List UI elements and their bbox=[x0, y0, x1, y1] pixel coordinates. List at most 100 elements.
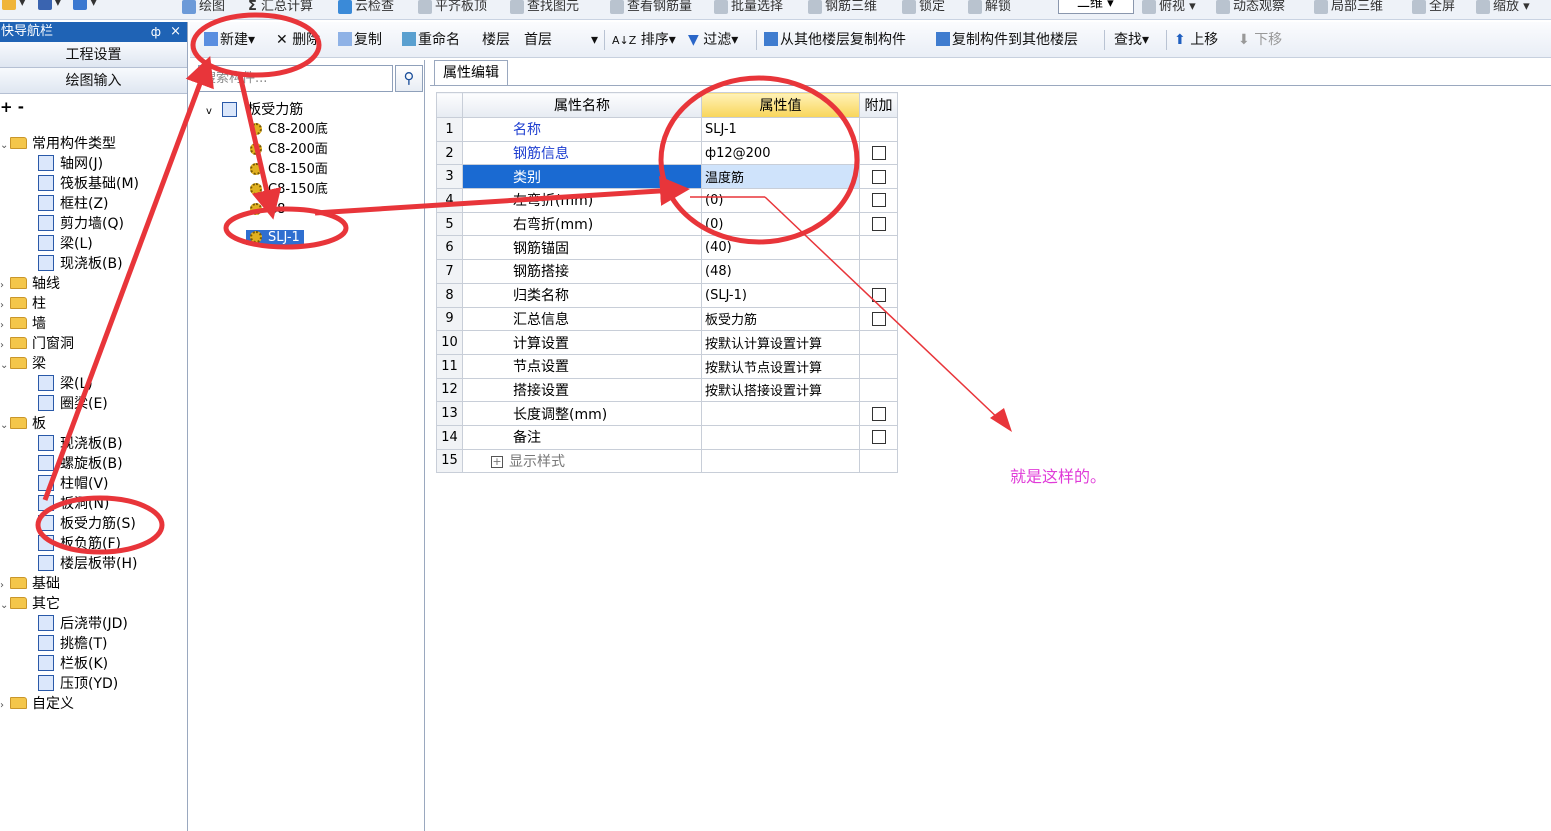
extra-checkbox[interactable] bbox=[871, 193, 886, 208]
property-value-cell[interactable]: SLJ-1 bbox=[701, 117, 860, 142]
tab-property-edit[interactable]: 属性编辑 bbox=[434, 60, 508, 86]
property-row[interactable]: 9 汇总信息 板受力筋 bbox=[436, 306, 898, 332]
nav-tree-node[interactable]: 板受力筋(S) bbox=[38, 514, 136, 534]
expand-collapse-all-icon[interactable]: + - bbox=[0, 94, 187, 116]
property-value-cell[interactable]: 按默认计算设置计算 bbox=[701, 330, 860, 355]
nav-tree-node[interactable]: 梁(L) bbox=[38, 374, 93, 394]
close-icon[interactable]: × bbox=[170, 22, 181, 42]
property-value-cell[interactable]: 按默认搭接设置计算 bbox=[701, 377, 860, 403]
extra-checkbox[interactable] bbox=[871, 217, 886, 232]
nav-tree-node[interactable]: › 自定义 bbox=[0, 694, 74, 714]
property-value-cell[interactable] bbox=[701, 401, 860, 426]
move-up-button[interactable]: ⬆ 上移 bbox=[1174, 31, 1218, 51]
search-icon[interactable]: ⚲ bbox=[395, 65, 423, 92]
nav-tree-node[interactable]: 栏板(K) bbox=[38, 654, 108, 674]
save-icon[interactable] bbox=[37, 0, 52, 10]
nav-tree-node[interactable]: ⌄ 常用构件类型 bbox=[0, 134, 116, 154]
component-item[interactable]: C8 bbox=[250, 200, 285, 220]
nav-tree-node[interactable]: ⌄ 梁 bbox=[0, 354, 46, 374]
property-row[interactable]: 2 钢筋信息 ф12@200 bbox=[436, 140, 898, 166]
chevron-right-icon[interactable]: › bbox=[0, 576, 10, 596]
property-value-cell[interactable]: (SLJ-1) bbox=[701, 282, 860, 308]
nav-tree-node[interactable]: 压顶(YD) bbox=[38, 674, 118, 694]
chevron-right-icon[interactable]: › bbox=[0, 296, 10, 316]
property-row[interactable]: 10 计算设置 按默认计算设置计算 bbox=[436, 330, 898, 355]
nav-tree-node[interactable]: 楼层板带(H) bbox=[38, 554, 137, 574]
nav-tree-node[interactable]: 板洞(N) bbox=[38, 494, 109, 514]
nav-tree-node[interactable]: 剪力墙(Q) bbox=[38, 214, 124, 234]
property-value-cell[interactable]: 板受力筋 bbox=[701, 306, 860, 332]
nav-tree-node[interactable]: 圈梁(E) bbox=[38, 394, 108, 414]
extra-checkbox[interactable] bbox=[871, 169, 886, 184]
property-row[interactable]: 11 节点设置 按默认节点设置计算 bbox=[436, 353, 898, 379]
copy-button[interactable]: 复制 bbox=[338, 31, 382, 51]
component-item[interactable]: C8-150底 bbox=[250, 180, 328, 200]
tb-fullscreen[interactable]: 全屏 bbox=[1412, 0, 1455, 14]
property-row[interactable]: 12 搭接设置 按默认搭接设置计算 bbox=[436, 377, 898, 403]
quick-access-icons[interactable]: ▾ ▾ ▾ bbox=[2, 0, 97, 10]
chevron-right-icon[interactable]: › bbox=[0, 696, 10, 716]
property-row[interactable]: 7 钢筋搭接 (48) bbox=[436, 259, 898, 284]
chevron-right-icon[interactable]: › bbox=[0, 316, 10, 336]
tree-root-slab-rebar[interactable]: v 板受力筋 bbox=[206, 100, 303, 120]
tb-top-view[interactable]: 俯视 ▾ bbox=[1142, 0, 1196, 14]
chevron-right-icon[interactable]: › bbox=[0, 336, 10, 356]
extra-header[interactable]: 附加 bbox=[859, 92, 898, 118]
delete-button[interactable]: ✕ 删除 bbox=[276, 31, 320, 51]
property-row[interactable]: 6 钢筋锚固 (40) bbox=[436, 235, 898, 261]
nav-tree-node[interactable]: 轴网(J) bbox=[38, 154, 103, 174]
view-mode-select[interactable]: 二维 ▾ bbox=[1058, 0, 1134, 14]
extra-checkbox[interactable] bbox=[871, 146, 886, 161]
nav-tree-node[interactable]: › 柱 bbox=[0, 294, 46, 314]
property-value-cell[interactable]: (0) bbox=[701, 188, 860, 213]
property-value-cell[interactable]: (40) bbox=[701, 235, 860, 261]
nav-tree-node[interactable]: 框柱(Z) bbox=[38, 194, 109, 214]
nav-tree-node[interactable]: 梁(L) bbox=[38, 234, 93, 254]
sort-button[interactable]: A↓Z 排序▾ bbox=[612, 31, 676, 51]
extra-checkbox[interactable] bbox=[871, 288, 886, 303]
component-item[interactable]: C8-200面 bbox=[250, 140, 328, 160]
tb-orbit[interactable]: 动态观察 bbox=[1216, 0, 1285, 14]
nav-tree-node[interactable]: 螺旋板(B) bbox=[38, 454, 123, 474]
find-button[interactable]: 查找▾ bbox=[1114, 31, 1149, 51]
property-row[interactable]: 8 归类名称 (SLJ-1) bbox=[436, 282, 898, 308]
filter-button[interactable]: ▼ 过滤▾ bbox=[688, 31, 738, 51]
component-search-input[interactable]: 搜索构件... bbox=[198, 65, 393, 92]
chevron-down-icon[interactable]: ⌄ bbox=[0, 416, 10, 436]
property-row[interactable]: 13 长度调整(mm) bbox=[436, 401, 898, 426]
tb-draw[interactable]: 绘图 bbox=[182, 0, 225, 14]
tb-local-3d[interactable]: 局部三维 bbox=[1314, 0, 1383, 14]
property-value-cell[interactable]: 按默认节点设置计算 bbox=[701, 353, 860, 379]
undo-icon[interactable] bbox=[73, 0, 88, 10]
component-item[interactable]: C8-150面 bbox=[250, 160, 328, 180]
property-row[interactable]: 3 类别 温度筋 bbox=[436, 164, 898, 190]
nav-tree-node[interactable]: › 基础 bbox=[0, 574, 60, 594]
property-value-cell[interactable] bbox=[701, 424, 860, 450]
drawing-input-button[interactable]: 绘图输入 bbox=[0, 68, 187, 94]
tb-zoom[interactable]: 缩放 ▾ bbox=[1476, 0, 1530, 14]
property-value-cell[interactable]: (0) bbox=[701, 211, 860, 237]
chevron-right-icon[interactable]: › bbox=[0, 276, 10, 296]
property-value-cell[interactable]: ф12@200 bbox=[701, 140, 860, 166]
property-row[interactable]: 5 右弯折(mm) (0) bbox=[436, 211, 898, 237]
tb-summary-calc[interactable]: Σ 汇总计算 bbox=[248, 0, 313, 14]
tb-align-top[interactable]: 平齐板顶 bbox=[418, 0, 487, 14]
property-row[interactable]: 15 + 显示样式 bbox=[436, 448, 898, 474]
nav-tree-node[interactable]: 现浇板(B) bbox=[38, 254, 123, 274]
new-button[interactable]: 新建▾ bbox=[204, 31, 255, 51]
component-item[interactable]: C8-200底 bbox=[250, 120, 328, 140]
pin-icon[interactable]: ф bbox=[151, 22, 161, 42]
extra-checkbox[interactable] bbox=[871, 406, 886, 421]
property-value-header[interactable]: 属性值 bbox=[701, 92, 860, 118]
tb-batch-select[interactable]: 批量选择 bbox=[714, 0, 783, 14]
nav-tree-node[interactable]: › 墙 bbox=[0, 314, 46, 334]
chevron-down-icon[interactable]: ⌄ bbox=[0, 356, 10, 376]
copy-from-floor-button[interactable]: 从其他楼层复制构件 bbox=[764, 31, 906, 51]
extra-checkbox[interactable] bbox=[871, 311, 886, 326]
tb-find-element[interactable]: 查找图元 bbox=[510, 0, 579, 14]
property-value-cell[interactable]: 温度筋 bbox=[701, 164, 860, 190]
nav-tree-node[interactable]: 柱帽(V) bbox=[38, 474, 109, 494]
selected-component[interactable]: SLJ-1 bbox=[246, 230, 304, 245]
chevron-down-icon[interactable]: ⌄ bbox=[0, 136, 10, 156]
component-item[interactable]: SLJ-1 bbox=[246, 228, 304, 248]
